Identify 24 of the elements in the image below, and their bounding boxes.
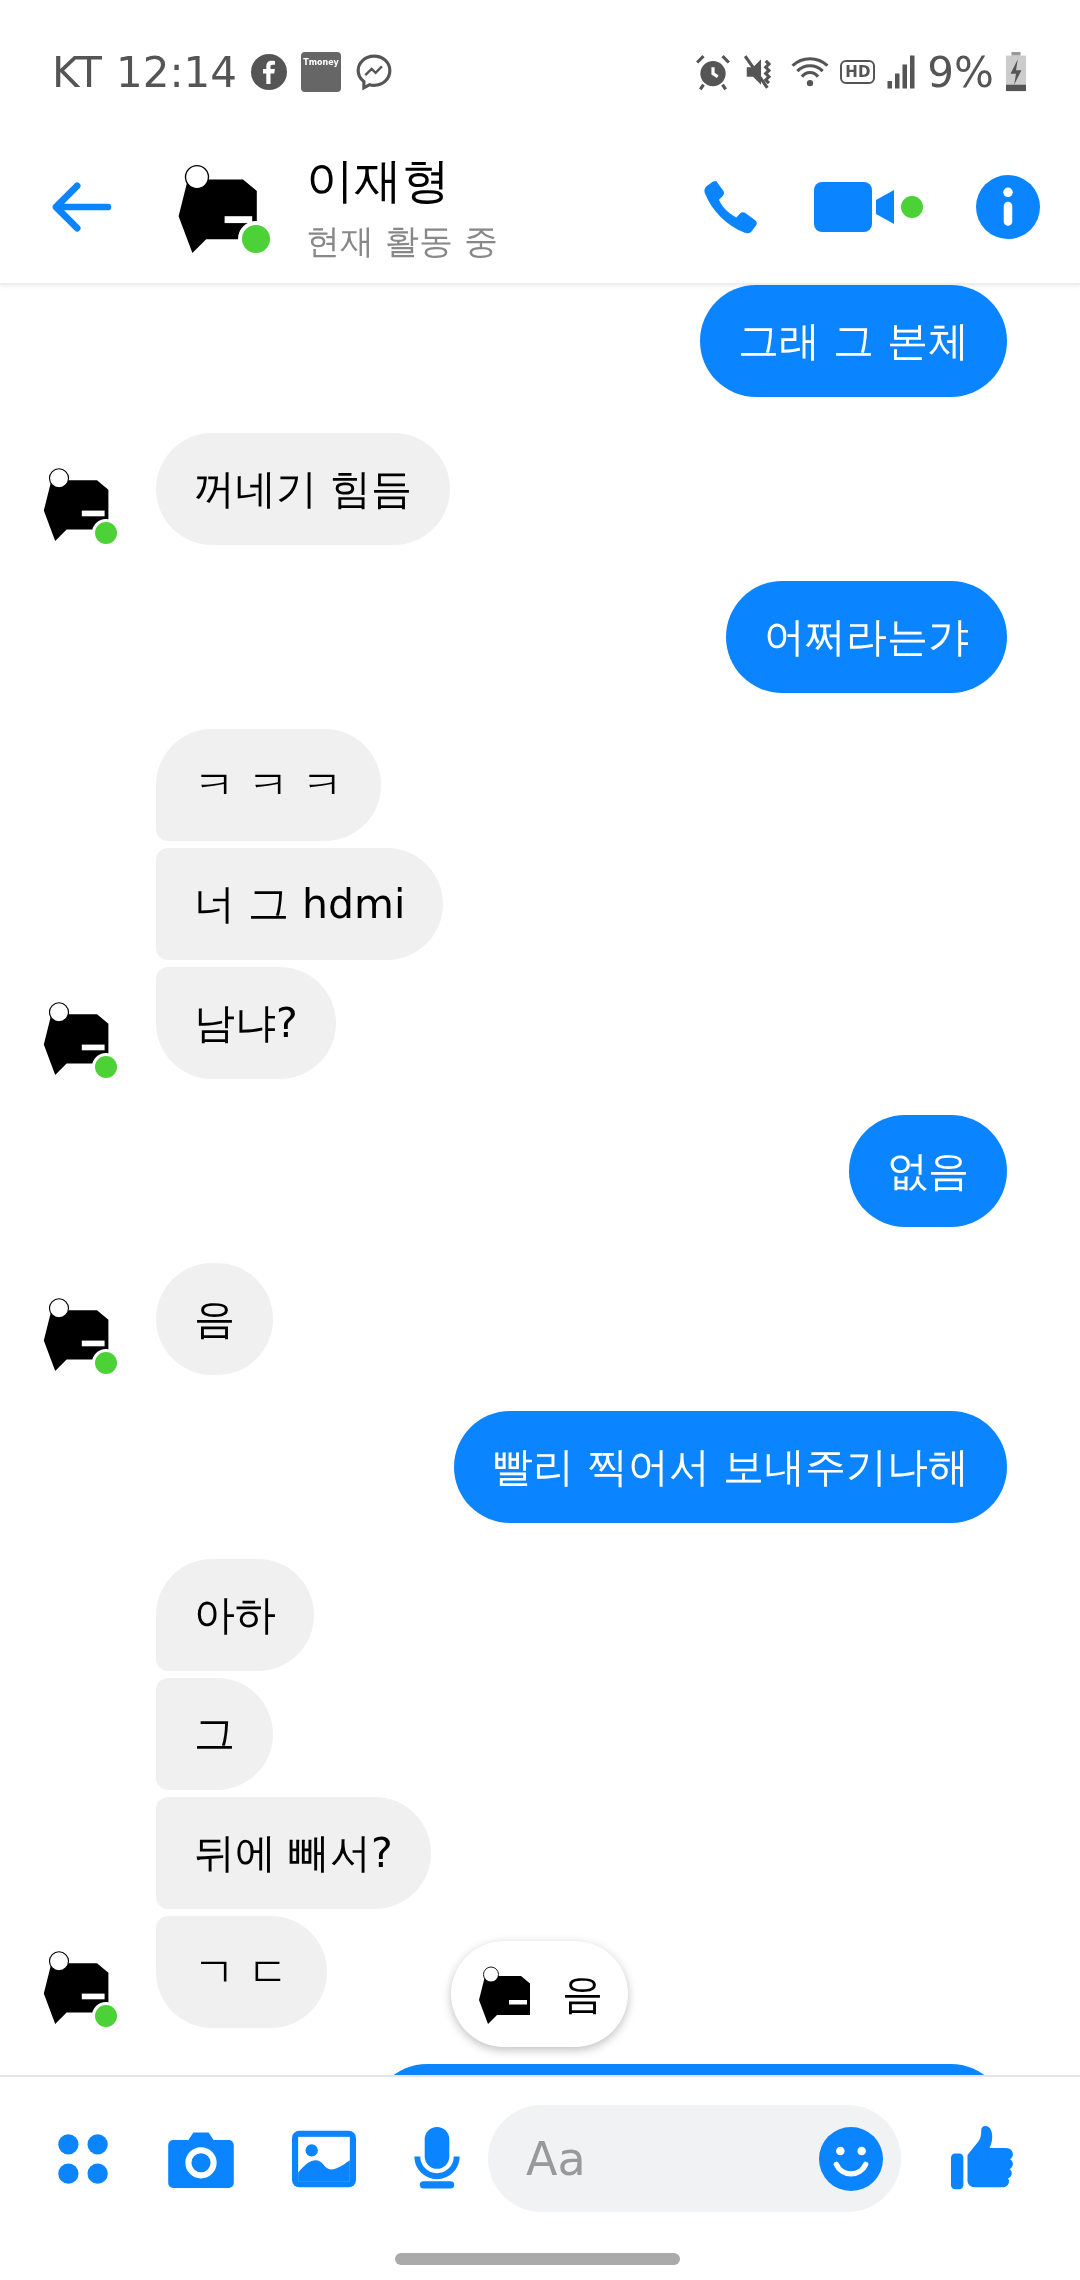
sent-message[interactable]: 그래 그 본체 bbox=[699, 285, 1007, 397]
contact-name: 이재형 bbox=[306, 150, 451, 210]
sent-message[interactable]: 없음 bbox=[849, 1115, 1007, 1227]
received-message[interactable]: 뒤에 빼서? bbox=[156, 1797, 431, 1909]
message-field[interactable]: Aa bbox=[488, 2105, 901, 2212]
app-icon: Tmoney bbox=[301, 52, 341, 92]
message-input[interactable]: Aa bbox=[524, 2130, 819, 2187]
pill-text: 음 bbox=[562, 1968, 603, 2020]
received-message[interactable]: 음 bbox=[156, 1263, 273, 1375]
sent-message[interactable]: 빨리 찍어서 보내주기나해 bbox=[453, 1411, 1007, 1523]
received-message[interactable]: ㄱ ㄷ bbox=[156, 1916, 328, 2028]
received-message[interactable]: 아하 bbox=[156, 1559, 314, 1671]
hd-badge: HD bbox=[840, 60, 876, 84]
received-message[interactable]: 꺼네기 힘듬 bbox=[156, 433, 451, 545]
battery-percent: 9% bbox=[927, 47, 994, 97]
clock: 12:14 bbox=[115, 47, 237, 97]
carrier-label: KT bbox=[52, 47, 102, 97]
received-message[interactable]: 너 그 hdmi bbox=[156, 848, 444, 960]
sent-message[interactable]: 어쩌라는갸 bbox=[726, 581, 1007, 693]
received-message[interactable]: 그 bbox=[156, 1678, 273, 1790]
new-message-pill[interactable]: 음 bbox=[451, 1941, 628, 2047]
received-message[interactable]: 남냐? bbox=[156, 967, 336, 1079]
active-status: 현재 활동 중 bbox=[306, 219, 499, 263]
received-message[interactable]: ㅋ ㅋ ㅋ bbox=[156, 729, 382, 841]
